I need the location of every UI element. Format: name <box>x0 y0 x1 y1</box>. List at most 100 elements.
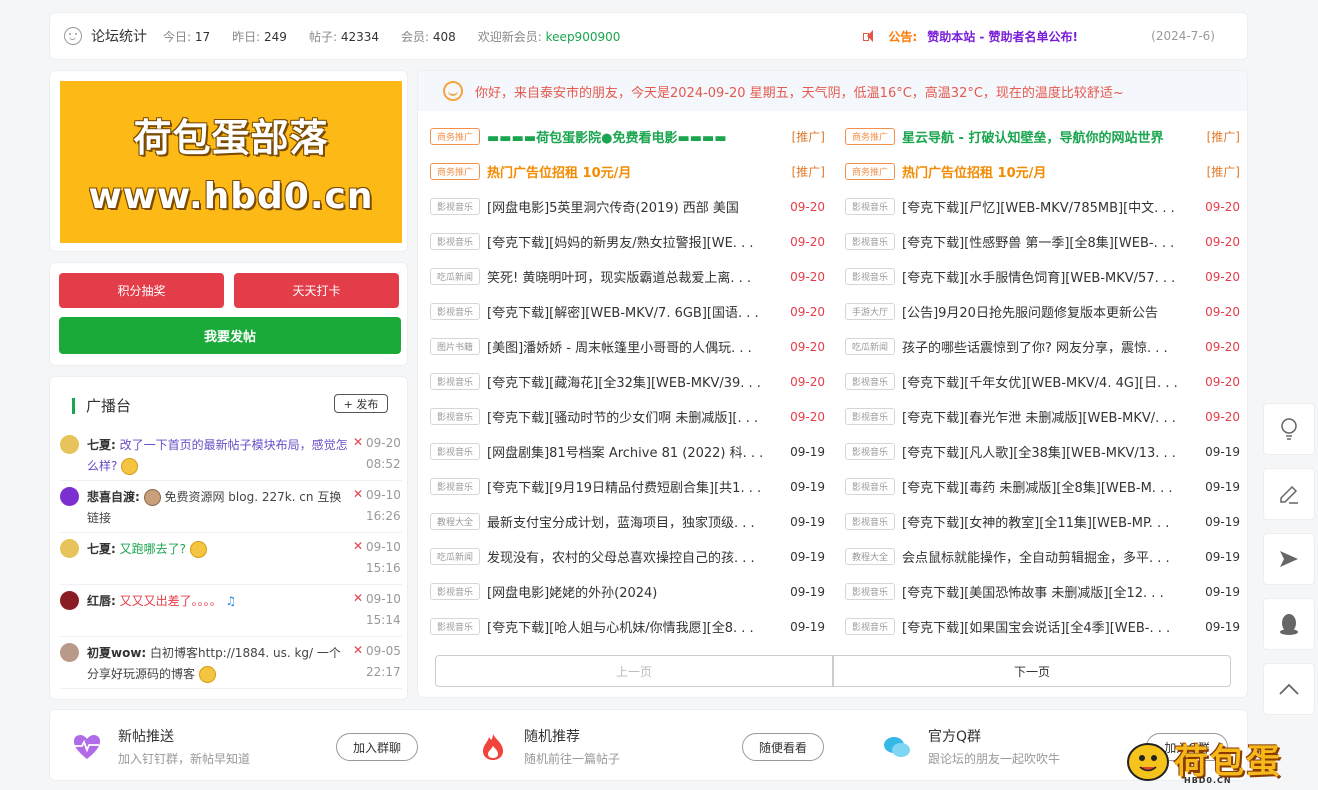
checkin-button[interactable]: 天天打卡 <box>234 273 399 308</box>
post-title-link[interactable]: 孩子的哪些话震惊到了你? 网友分享，震惊. . . <box>902 337 1196 356</box>
post-title-link[interactable]: 热门广告位招租 10元/月 <box>487 162 784 181</box>
post-title-link[interactable]: [公告]9月20日抢先服问题修复版本更新公告 <box>902 302 1196 321</box>
delete-icon[interactable]: ✕ <box>353 487 363 501</box>
delete-icon[interactable]: ✕ <box>353 591 363 605</box>
category-tag[interactable]: 影视音乐 <box>430 233 480 250</box>
category-tag[interactable]: 影视音乐 <box>430 583 480 600</box>
post-row[interactable]: 影视音乐 [夸克下载][春光乍泄 未删减版][WEB-MKV/. . . 09-20 <box>845 399 1240 434</box>
banner-ad[interactable]: 荷包蛋部落 www.hbd0.cn <box>49 70 408 252</box>
post-row[interactable]: 吃瓜新闻 发现没有，农村的父母总喜欢操控自己的孩. . . 09-19 <box>430 539 825 574</box>
category-tag[interactable]: 商务推广 <box>845 128 895 145</box>
post-row[interactable]: 教程大全 最新支付宝分成计划，蓝海项目，独家顶级. . . 09-19 <box>430 504 825 539</box>
avatar[interactable] <box>60 591 79 610</box>
post-row[interactable]: 影视音乐 [夸克下载][凡人歌][全38集][WEB-MKV/13. . . 09-… <box>845 434 1240 469</box>
post-title-link[interactable]: [夸克下载][女神的教室][全11集][WEB-MP. . . <box>902 512 1196 531</box>
banner-image[interactable]: 荷包蛋部落 www.hbd0.cn <box>60 81 402 243</box>
post-row[interactable]: 教程大全 会点鼠标就能操作，全自动剪辑掘金，多平. . . 09-19 <box>845 539 1240 574</box>
feedback-button[interactable] <box>1263 533 1315 585</box>
post-title-link[interactable]: [夸克下载][春光乍泄 未删减版][WEB-MKV/. . . <box>902 407 1196 426</box>
delete-icon[interactable]: ✕ <box>353 539 363 553</box>
post-row[interactable]: 影视音乐 [夸克下载][美国恐怖故事 未删减版][全12. . . 09-19 <box>845 574 1240 609</box>
post-row[interactable]: 影视音乐 [夸克下载][骚动时节的少女们啊 未删减版][. . . 09-20 <box>430 399 825 434</box>
post-row[interactable]: 影视音乐 [网盘剧集]81号档案 Archive 81 (2022) 科. . .… <box>430 434 825 469</box>
category-tag[interactable]: 吃瓜新闻 <box>430 268 480 285</box>
random-view-button[interactable]: 随便看看 <box>742 733 824 761</box>
delete-icon[interactable]: ✕ <box>353 435 363 449</box>
post-row[interactable]: 影视音乐 [夸克下载][呛人姐与心机妹/你情我愿][全8. . . 09-19 <box>430 609 825 644</box>
category-tag[interactable]: 影视音乐 <box>430 478 480 495</box>
post-title-link[interactable]: [夸克下载][如果国宝会说话][全4季][WEB-. . . <box>902 617 1196 636</box>
post-row[interactable]: 吃瓜新闻 笑死! 黄晓明叶珂，现实版霸道总裁爱上离. . . 09-20 <box>430 259 825 294</box>
broadcast-user[interactable]: 七夏: <box>87 542 116 556</box>
delete-icon[interactable]: ✕ <box>353 643 363 657</box>
post-title-link[interactable]: [夸克下载][妈妈的新男友/熟女拉警报][WE. . . <box>487 232 781 251</box>
post-title-link[interactable]: [夸克下载][美国恐怖故事 未删减版][全12. . . <box>902 582 1196 601</box>
category-tag[interactable]: 影视音乐 <box>430 373 480 390</box>
category-tag[interactable]: 商务推广 <box>845 163 895 180</box>
publish-button[interactable]: + 发布 <box>334 394 388 413</box>
post-row[interactable]: 影视音乐 [夸克下载][尸忆][WEB-MKV/785MB][中文. . . 09-… <box>845 189 1240 224</box>
lottery-button[interactable]: 积分抽奖 <box>59 273 224 308</box>
post-title-link[interactable]: 发现没有，农村的父母总喜欢操控自己的孩. . . <box>487 547 781 566</box>
category-tag[interactable]: 影视音乐 <box>845 373 895 390</box>
new-member-link[interactable]: keep900900 <box>546 30 621 44</box>
post-title-link[interactable]: [夸克下载][水手服情色饲育][WEB-MKV/57. . . <box>902 267 1196 286</box>
category-tag[interactable]: 商务推广 <box>430 163 480 180</box>
avatar[interactable] <box>60 643 79 662</box>
category-tag[interactable]: 教程大全 <box>845 548 895 565</box>
post-row[interactable]: 商务推广 星云导航 - 打破认知壁垒，导航你的网站世界 [推广] <box>845 119 1240 154</box>
post-row[interactable]: 影视音乐 [网盘电影]5英里洞穴传奇(2019) 西部 美国 09-20 <box>430 189 825 224</box>
write-button[interactable] <box>1263 468 1315 520</box>
join-group-button[interactable]: 加入群聊 <box>336 733 418 761</box>
post-title-link[interactable]: [夸克下载][解密][WEB-MKV/7. 6GB][国语. . . <box>487 302 781 321</box>
post-title-link[interactable]: [夸克下载][呛人姐与心机妹/你情我愿][全8. . . <box>487 617 781 636</box>
category-tag[interactable]: 图片书籍 <box>430 338 480 355</box>
category-tag[interactable]: 影视音乐 <box>845 443 895 460</box>
broadcast-user[interactable]: 七夏: <box>87 438 116 452</box>
next-page-button[interactable]: 下一页 <box>833 655 1231 687</box>
post-title-link[interactable]: [夸克下载][千年女优][WEB-MKV/4. 4G][日. . . <box>902 372 1196 391</box>
post-title-link[interactable]: [夸克下载][骚动时节的少女们啊 未删减版][. . . <box>487 407 781 426</box>
notice-link[interactable]: 赞助本站 - 赞助者名单公布! <box>927 28 1078 45</box>
back-to-top-button[interactable] <box>1263 663 1315 715</box>
post-row[interactable]: 图片书籍 [美图]潘娇娇 - 周末帐篷里小哥哥的人偶玩. . . 09-20 <box>430 329 825 364</box>
category-tag[interactable]: 吃瓜新闻 <box>845 338 895 355</box>
post-row[interactable]: 手游大厅 [公告]9月20日抢先服问题修复版本更新公告 09-20 <box>845 294 1240 329</box>
post-row[interactable]: 影视音乐 [夸克下载][毒药 未删减版][全8集][WEB-M. . . 09-19 <box>845 469 1240 504</box>
post-row[interactable]: 影视音乐 [夸克下载][水手服情色饲育][WEB-MKV/57. . . 09-20 <box>845 259 1240 294</box>
qq-button[interactable] <box>1263 598 1315 650</box>
post-row[interactable]: 商务推广 热门广告位招租 10元/月 [推广] <box>430 154 825 189</box>
category-tag[interactable]: 影视音乐 <box>430 618 480 635</box>
category-tag[interactable]: 影视音乐 <box>845 478 895 495</box>
broadcast-user[interactable]: 初夏wow: <box>87 646 146 660</box>
post-title-link[interactable]: [网盘剧集]81号档案 Archive 81 (2022) 科. . . <box>487 442 781 461</box>
category-tag[interactable]: 影视音乐 <box>845 583 895 600</box>
post-title-link[interactable]: 最新支付宝分成计划，蓝海项目，独家顶级. . . <box>487 512 781 531</box>
broadcast-user[interactable]: 悲喜自渡: <box>87 490 140 504</box>
category-tag[interactable]: 影视音乐 <box>430 198 480 215</box>
post-title-link[interactable]: [美图]潘娇娇 - 周末帐篷里小哥哥的人偶玩. . . <box>487 337 781 356</box>
post-title-link[interactable]: [夸克下载][藏海花][全32集][WEB-MKV/39. . . <box>487 372 781 391</box>
post-title-link[interactable]: [夸克下载][毒药 未删减版][全8集][WEB-M. . . <box>902 477 1196 496</box>
category-tag[interactable]: 吃瓜新闻 <box>430 548 480 565</box>
category-tag[interactable]: 影视音乐 <box>845 233 895 250</box>
post-title-link[interactable]: [夸克下载][尸忆][WEB-MKV/785MB][中文. . . <box>902 197 1196 216</box>
category-tag[interactable]: 影视音乐 <box>845 268 895 285</box>
category-tag[interactable]: 商务推广 <box>430 128 480 145</box>
category-tag[interactable]: 教程大全 <box>430 513 480 530</box>
category-tag[interactable]: 影视音乐 <box>430 443 480 460</box>
avatar[interactable] <box>60 539 79 558</box>
post-title-link[interactable]: [网盘电影]5英里洞穴传奇(2019) 西部 美国 <box>487 197 781 216</box>
category-tag[interactable]: 影视音乐 <box>845 198 895 215</box>
prev-page-button[interactable]: 上一页 <box>435 655 833 687</box>
post-row[interactable]: 商务推广 ▬▬▬▬荷包蛋影院●免费看电影▬▬▬▬ [推广] <box>430 119 825 154</box>
post-title-link[interactable]: 星云导航 - 打破认知壁垒，导航你的网站世界 <box>902 127 1199 146</box>
post-title-link[interactable]: [网盘电影]姥姥的外孙(2024) <box>487 582 781 601</box>
post-row[interactable]: 影视音乐 [网盘电影]姥姥的外孙(2024) 09-19 <box>430 574 825 609</box>
category-tag[interactable]: 影视音乐 <box>430 408 480 425</box>
category-tag[interactable]: 影视音乐 <box>845 618 895 635</box>
post-title-link[interactable]: 热门广告位招租 10元/月 <box>902 162 1199 181</box>
post-row[interactable]: 商务推广 热门广告位招租 10元/月 [推广] <box>845 154 1240 189</box>
post-title-link[interactable]: [夸克下载][凡人歌][全38集][WEB-MKV/13. . . <box>902 442 1196 461</box>
post-row[interactable]: 影视音乐 [夸克下载][解密][WEB-MKV/7. 6GB][国语. . . 09… <box>430 294 825 329</box>
